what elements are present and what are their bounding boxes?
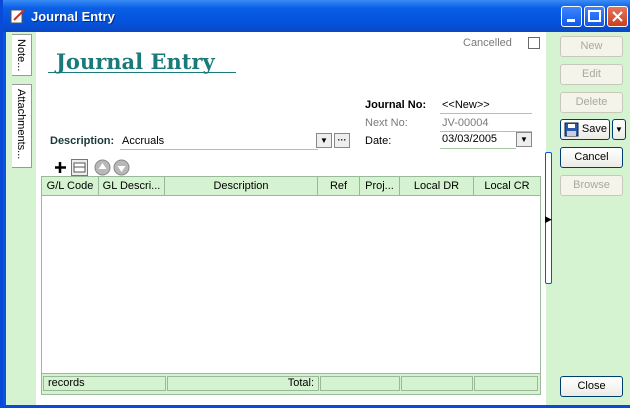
browse-button[interactable]: Browse	[560, 175, 623, 196]
save-button[interactable]: Save	[560, 119, 610, 140]
col-gl-code[interactable]: G/L Code	[42, 177, 99, 195]
side-tab-rail: Note... Attachments...	[6, 32, 36, 405]
title-underline	[48, 72, 236, 73]
new-button[interactable]: New	[560, 36, 623, 57]
total-local-dr	[401, 376, 473, 391]
date-field[interactable]: 03/03/2005	[442, 133, 497, 145]
chevron-down-icon: ▼	[520, 135, 528, 144]
close-icon	[612, 11, 623, 22]
next-no-label: Next No:	[365, 117, 408, 129]
save-disk-icon	[564, 122, 579, 137]
date-underline	[440, 148, 516, 149]
journal-no-underline	[440, 113, 532, 114]
description-dropdown-button[interactable]: ▼	[316, 133, 332, 148]
window-client-area: Note... Attachments... Journal Entry Can…	[6, 32, 630, 405]
insert-row-button[interactable]	[71, 159, 88, 176]
description-field[interactable]: Accruals	[122, 135, 164, 147]
chevron-down-icon: ▼	[320, 136, 328, 145]
date-dropdown-button[interactable]: ▼	[516, 132, 532, 147]
delete-button[interactable]: Delete	[560, 92, 623, 113]
action-panel: New Edit Delete Save Cancel Browse Close	[554, 32, 630, 405]
grid-header: G/L Code GL Descri... Description Ref Pr…	[42, 177, 540, 196]
cancel-button[interactable]: Cancel	[560, 147, 623, 168]
records-count: records	[43, 376, 166, 391]
tab-attachments[interactable]: Attachments...	[12, 84, 32, 168]
col-project[interactable]: Proj...	[360, 177, 400, 195]
date-label: Date:	[365, 135, 392, 147]
minimize-button[interactable]	[561, 6, 582, 27]
col-ref[interactable]: Ref	[318, 177, 360, 195]
total-local-cr	[474, 376, 538, 391]
title-bar[interactable]: Journal Entry	[3, 0, 630, 32]
new-button-label: New	[580, 40, 603, 52]
total-spacer	[320, 376, 400, 391]
tab-attachments-label: Attachments...	[15, 89, 27, 160]
delete-button-label: Delete	[575, 96, 608, 108]
close-button[interactable]: Close	[560, 376, 623, 397]
window-title: Journal Entry	[31, 9, 115, 24]
next-no-value: JV-00004	[442, 117, 489, 129]
save-options-dropdown[interactable]: ▼	[612, 119, 626, 140]
journal-no-value: <<New>>	[442, 99, 490, 111]
description-label: Description:	[50, 135, 115, 147]
journal-no-label: Journal No:	[365, 99, 427, 111]
description-underline	[120, 149, 318, 150]
ellipsis-icon: ···	[337, 135, 347, 145]
chevron-down-icon: ▼	[615, 125, 623, 134]
total-label: Total:	[167, 376, 319, 391]
page-title: Journal Entry	[56, 49, 215, 74]
tab-note[interactable]: Note...	[12, 34, 32, 76]
journal-entry-window: Journal Entry Note... Attachments... Jou…	[0, 0, 630, 408]
col-description[interactable]: Description	[165, 177, 318, 195]
journal-lines-grid[interactable]: G/L Code GL Descri... Description Ref Pr…	[41, 176, 541, 395]
tab-note-label: Note...	[15, 39, 27, 72]
row-icon	[73, 162, 86, 173]
cancelled-checkbox[interactable]	[528, 37, 540, 49]
cancel-button-label: Cancel	[574, 151, 609, 163]
move-up-button[interactable]	[94, 159, 111, 176]
description-lookup-button[interactable]: ···	[334, 133, 350, 148]
chevron-right-icon[interactable]: ▶	[545, 214, 552, 225]
move-down-button[interactable]	[113, 159, 130, 176]
minimize-icon	[567, 19, 575, 22]
edit-document-icon	[10, 9, 25, 24]
cancelled-label: Cancelled	[463, 37, 512, 49]
maximize-icon	[588, 10, 601, 22]
col-local-dr[interactable]: Local DR	[400, 177, 474, 195]
browse-button-label: Browse	[573, 179, 610, 191]
arrow-down-icon	[113, 159, 130, 176]
arrow-up-icon	[94, 159, 111, 176]
col-gl-description[interactable]: GL Descri...	[99, 177, 165, 195]
close-window-button[interactable]	[607, 6, 628, 27]
edit-button-label: Edit	[582, 68, 601, 80]
save-button-label: Save	[581, 123, 607, 135]
grid-footer: records Total:	[42, 373, 540, 394]
edit-button[interactable]: Edit	[560, 64, 623, 85]
maximize-button[interactable]	[584, 6, 605, 27]
journal-form: Journal Entry Cancelled Journal No: <<Ne…	[36, 32, 546, 405]
plus-icon	[55, 162, 66, 173]
close-button-label: Close	[577, 380, 606, 392]
add-row-button[interactable]	[52, 159, 69, 176]
col-local-cr[interactable]: Local CR	[474, 177, 540, 195]
